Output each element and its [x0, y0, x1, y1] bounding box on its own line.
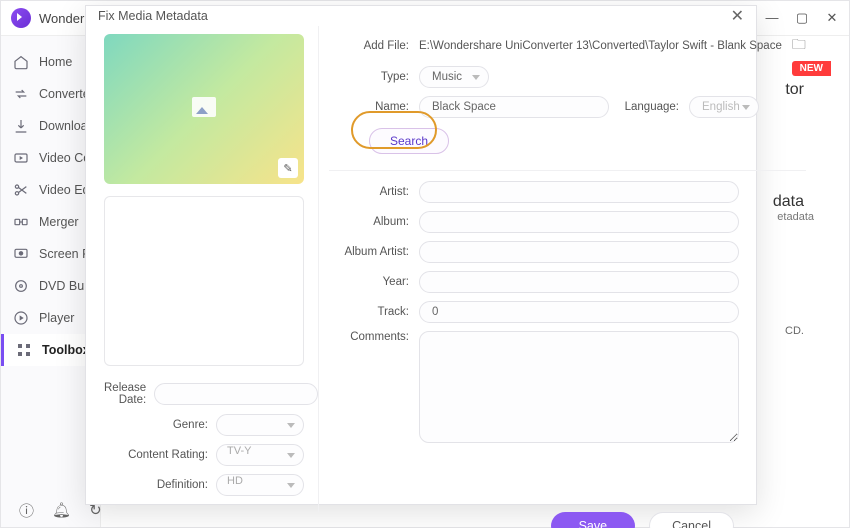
album-label: Album:: [329, 216, 419, 228]
comments-label: Comments:: [329, 331, 419, 343]
name-label: Name:: [329, 101, 419, 113]
window-maximize-button[interactable]: ▢: [795, 10, 809, 26]
dialog-title: Fix Media Metadata: [98, 9, 208, 23]
home-icon: [13, 54, 29, 70]
play-icon: [13, 310, 29, 326]
sidebar-item-label: Merger: [39, 215, 79, 229]
merge-icon: [13, 214, 29, 230]
sidebar-item-label: Player: [39, 311, 74, 325]
compress-icon: [13, 150, 29, 166]
genre-label: Genre:: [104, 419, 216, 431]
definition-label: Definition:: [104, 479, 216, 491]
language-label: Language:: [609, 101, 689, 113]
window-close-button[interactable]: ✕: [825, 10, 839, 26]
record-icon: [13, 246, 29, 262]
sidebar-item-label: Home: [39, 55, 72, 69]
sidebar-item-label: Toolbox: [42, 343, 90, 357]
add-file-label: Add File:: [329, 40, 419, 52]
bell-icon[interactable]: 🔔︎: [52, 501, 71, 519]
release-date-label: Release Date:: [104, 382, 154, 406]
type-label: Type:: [329, 71, 419, 83]
artist-label: Artist:: [329, 186, 419, 198]
grid-icon: [16, 342, 32, 358]
add-file-path: E:\Wondershare UniConverter 13\Converted…: [419, 40, 782, 52]
comments-textarea[interactable]: [419, 331, 739, 443]
save-button[interactable]: Save: [551, 512, 636, 528]
track-input[interactable]: [419, 301, 739, 323]
download-icon: [13, 118, 29, 134]
edit-cover-button[interactable]: ✎: [278, 158, 298, 178]
type-select[interactable]: Music: [419, 66, 489, 88]
artist-input[interactable]: [419, 181, 739, 203]
search-button[interactable]: Search: [369, 128, 449, 154]
album-artist-label: Album Artist:: [329, 246, 419, 258]
help-icon[interactable]: ⓘ: [19, 500, 34, 521]
name-input[interactable]: [419, 96, 609, 118]
app-title: Wonder: [39, 11, 84, 26]
fix-metadata-dialog: Fix Media Metadata ✕ ✎ Release Date: Gen…: [85, 5, 757, 505]
folder-icon[interactable]: 🗀: [792, 34, 806, 58]
content-rating-label: Content Rating:: [104, 449, 216, 461]
content-rating-select[interactable]: TV-Y: [216, 444, 304, 466]
app-logo: [11, 8, 31, 28]
disc-icon: [13, 278, 29, 294]
album-artist-input[interactable]: [419, 241, 739, 263]
window-minimize-button[interactable]: —: [765, 10, 779, 26]
lyrics-box[interactable]: [104, 196, 304, 366]
language-select[interactable]: English: [689, 96, 759, 118]
album-input[interactable]: [419, 211, 739, 233]
image-placeholder-icon: [192, 97, 216, 117]
cancel-button[interactable]: Cancel: [649, 512, 734, 528]
release-date-input[interactable]: [154, 383, 318, 405]
definition-select[interactable]: HD: [216, 474, 304, 496]
genre-select[interactable]: [216, 414, 304, 436]
dialog-close-button[interactable]: ✕: [731, 6, 744, 26]
year-label: Year:: [329, 276, 419, 288]
year-input[interactable]: [419, 271, 739, 293]
convert-icon: [13, 86, 29, 102]
cover-art-thumbnail: ✎: [104, 34, 304, 184]
track-label: Track:: [329, 306, 419, 318]
scissors-icon: [13, 182, 29, 198]
